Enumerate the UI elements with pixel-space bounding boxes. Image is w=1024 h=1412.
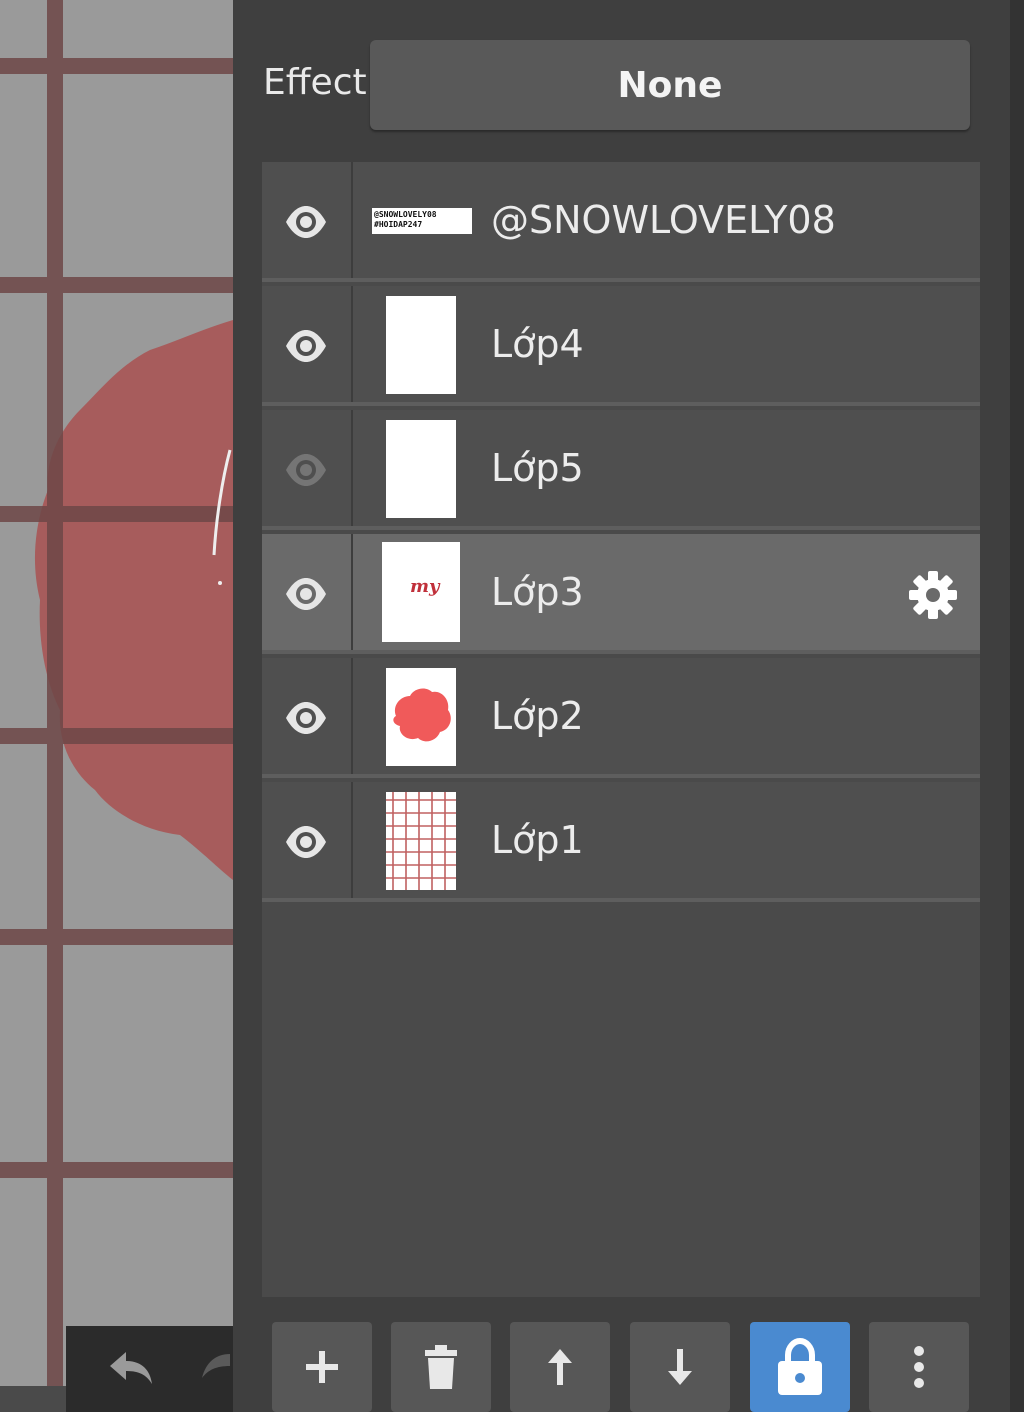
layer-thumbnail bbox=[386, 420, 456, 518]
eye-icon[interactable] bbox=[284, 326, 328, 366]
layer-row-selected[interactable]: my Lớp3 bbox=[262, 534, 980, 654]
layer-name: Lớp1 bbox=[491, 818, 584, 862]
arrow-up-icon bbox=[548, 1349, 572, 1385]
layer-row[interactable]: Lớp4 bbox=[262, 286, 980, 406]
canvas-toolbar bbox=[66, 1326, 233, 1412]
effect-label: Effect bbox=[263, 62, 367, 103]
layer-list: @SNOWLOVELY08 #HOIDAP247 @SNOWLOVELY08 L… bbox=[262, 162, 980, 1297]
layer-name: @SNOWLOVELY08 bbox=[491, 198, 836, 242]
row-divider bbox=[351, 782, 353, 898]
layer-row[interactable]: @SNOWLOVELY08 #HOIDAP247 @SNOWLOVELY08 bbox=[262, 162, 980, 282]
layer-thumbnail: @SNOWLOVELY08 #HOIDAP247 bbox=[372, 208, 472, 234]
panel-edge bbox=[1010, 0, 1024, 1412]
layer-row[interactable]: Lớp5 bbox=[262, 410, 980, 530]
layer-panel: Effect None @SNOWLOVELY08 #HOIDAP247 @SN… bbox=[233, 0, 1024, 1412]
layer-name: Lớp3 bbox=[491, 570, 584, 614]
thumb-text-line: my bbox=[410, 576, 440, 597]
effect-select-button[interactable]: None bbox=[370, 40, 970, 130]
eye-icon[interactable] bbox=[284, 450, 328, 490]
eye-icon[interactable] bbox=[284, 822, 328, 862]
app-root: Effect None @SNOWLOVELY08 #HOIDAP247 @SN… bbox=[0, 0, 1024, 1412]
more-vertical-icon bbox=[914, 1346, 924, 1388]
layer-thumbnail: my bbox=[382, 542, 460, 642]
eye-icon[interactable] bbox=[284, 202, 328, 242]
layer-thumbnail bbox=[386, 296, 456, 394]
plus-icon bbox=[306, 1351, 338, 1383]
more-options-button[interactable] bbox=[869, 1322, 969, 1412]
row-divider bbox=[351, 534, 353, 650]
row-divider bbox=[351, 658, 353, 774]
eye-icon[interactable] bbox=[284, 574, 328, 614]
layer-thumbnail bbox=[386, 792, 456, 890]
layer-thumbnail bbox=[386, 668, 456, 766]
move-layer-up-button[interactable] bbox=[510, 1322, 610, 1412]
move-layer-down-button[interactable] bbox=[630, 1322, 730, 1412]
row-divider bbox=[351, 410, 353, 526]
blob-thumbnail bbox=[393, 688, 451, 742]
canvas-status-strip bbox=[0, 1386, 66, 1412]
lock-icon bbox=[778, 1337, 822, 1395]
canvas-preview[interactable] bbox=[0, 0, 233, 1412]
layer-row[interactable]: Lớp2 bbox=[262, 658, 980, 778]
thumb-text-line: #HOIDAP247 bbox=[374, 220, 423, 229]
arrow-down-icon bbox=[668, 1349, 692, 1385]
add-layer-button[interactable] bbox=[272, 1322, 372, 1412]
canvas-blob bbox=[34, 320, 233, 880]
layer-name: Lớp4 bbox=[491, 322, 584, 366]
canvas-artwork bbox=[0, 0, 233, 1412]
lock-layer-button[interactable] bbox=[750, 1322, 850, 1412]
layer-row[interactable]: Lớp1 bbox=[262, 782, 980, 902]
thumb-text-line: @SNOWLOVELY08 bbox=[374, 210, 437, 219]
row-divider bbox=[351, 162, 353, 278]
gear-icon[interactable] bbox=[908, 570, 958, 620]
grid-thumbnail bbox=[386, 792, 456, 890]
delete-layer-button[interactable] bbox=[391, 1322, 491, 1412]
eye-icon[interactable] bbox=[284, 698, 328, 738]
row-divider bbox=[351, 286, 353, 402]
layer-name: Lớp5 bbox=[491, 446, 584, 490]
layer-name: Lớp2 bbox=[491, 694, 584, 738]
trash-icon bbox=[425, 1345, 457, 1389]
